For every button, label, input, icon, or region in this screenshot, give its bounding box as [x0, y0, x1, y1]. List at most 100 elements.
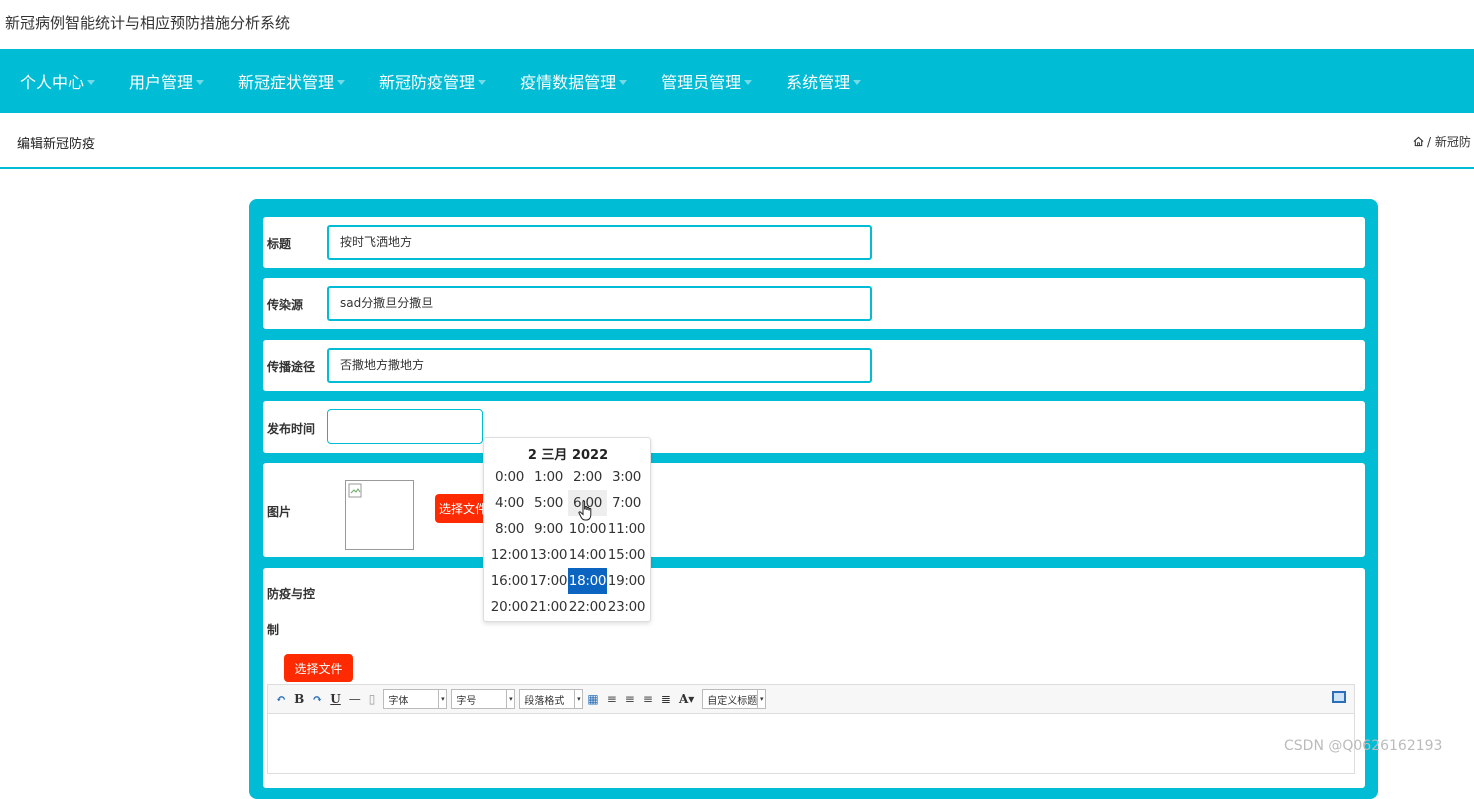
align-left-icon[interactable]: ≡ [607, 692, 617, 706]
hour-option[interactable]: 16:00 [490, 568, 529, 594]
source-input[interactable]: sad分撒旦分撒旦 [327, 286, 872, 321]
align-center-icon[interactable]: ≡ [643, 692, 653, 706]
hour-option[interactable]: 13:00 [529, 542, 568, 568]
hour-option[interactable]: 3:00 [607, 464, 646, 490]
font-family-select-value: 字体 [388, 695, 409, 707]
nav-label: 个人中心 [20, 73, 85, 92]
dropdown-arrow-icon: ▾ [506, 690, 514, 708]
blank-page-icon[interactable]: ▯ [369, 692, 376, 706]
hour-option[interactable]: 11:00 [607, 516, 646, 542]
hour-option[interactable]: 23:00 [607, 594, 646, 620]
form-row-route: 传播途径 否撒地方撒地方 [263, 340, 1365, 391]
hour-option[interactable]: 4:00 [490, 490, 529, 516]
caret-down-icon [337, 79, 346, 85]
hour-option[interactable]: 1:00 [529, 464, 568, 490]
title-label: 标题 [267, 237, 292, 251]
hour-option[interactable]: 12:00 [490, 542, 529, 568]
nav-label: 管理员管理 [661, 73, 742, 92]
nav-item-epidemic-data-management[interactable]: 疫情数据管理 [520, 69, 628, 93]
image-preview [345, 480, 414, 550]
hour-option[interactable]: 19:00 [607, 568, 646, 594]
breadcrumb-text: / 新冠防 [1427, 135, 1471, 149]
hour-option[interactable]: 21:00 [529, 594, 568, 620]
hour-option[interactable]: 0:00 [490, 464, 529, 490]
nav-label: 系统管理 [786, 73, 851, 92]
title-input[interactable]: 按时飞洒地方 [327, 225, 872, 260]
hour-option[interactable]: 9:00 [529, 516, 568, 542]
page-title: 编辑新冠防疫 [17, 137, 96, 152]
hour-option[interactable]: 8:00 [490, 516, 529, 542]
form-row-image: 图片 选择文件 [263, 463, 1365, 557]
hour-option[interactable]: 7:00 [607, 490, 646, 516]
form-row-publish-time: 发布时间 [263, 401, 1365, 453]
caret-down-icon [619, 79, 628, 85]
hour-grid: 0:00 1:00 2:00 3:00 4:00 5:00 6:00 7:00 8:00 9:00… [490, 464, 648, 620]
nav-label: 新冠症状管理 [238, 73, 335, 92]
nav-item-personal-center[interactable]: 个人中心 [20, 69, 96, 93]
watermark: CSDN @Q0626162193 [1284, 738, 1443, 754]
caret-down-icon [853, 79, 862, 85]
control-select-file-button[interactable]: 选择文件 [284, 654, 353, 682]
hour-option[interactable]: 18:00 [568, 568, 607, 594]
source-label: 传染源 [267, 298, 304, 312]
font-size-select[interactable]: 字号 ▾ [451, 689, 516, 709]
editor-toolbar: ↶ B ↷ U — ▯ 字体 ▾ 字号 ▾ 段落格式 ▾ ▦ ≡ ≡ ≡ ≣ A▾ 自… [267, 684, 1355, 714]
redo-icon[interactable]: ↷ [312, 692, 322, 706]
hour-option[interactable]: 14:00 [568, 542, 607, 568]
nav-label: 用户管理 [129, 73, 194, 92]
publish-time-label: 发布时间 [267, 422, 316, 436]
form-row-source: 传染源 sad分撒旦分撒旦 [263, 278, 1365, 329]
align-right-icon[interactable]: ≡ [625, 692, 635, 706]
nav-label: 新冠防疫管理 [379, 73, 476, 92]
dropdown-arrow-icon: ▾ [757, 690, 765, 708]
caret-down-icon [478, 79, 487, 85]
nav-label: 疫情数据管理 [520, 73, 617, 92]
page-header: 编辑新冠防疫 / 新冠防 [0, 113, 1474, 169]
hour-option[interactable]: 17:00 [529, 568, 568, 594]
form-row-prevention-control: 防疫与控 制 选择文件 ↶ B ↷ U — ▯ 字体 ▾ 字号 ▾ 段落格式 ▾ ▦ … [263, 568, 1365, 788]
datetime-picker-popup: 2 三月 2022 0:00 1:00 2:00 3:00 4:00 5:00 6:00 7:… [483, 437, 651, 622]
caret-down-icon [196, 79, 205, 85]
paragraph-format-select[interactable]: 段落格式 ▾ [519, 689, 584, 709]
hour-option[interactable]: 5:00 [529, 490, 568, 516]
font-size-select-value: 字号 [456, 695, 477, 707]
font-color-icon[interactable]: A▾ [679, 692, 694, 706]
app-title: 新冠病例智能统计与相应预防措施分析系统 [5, 14, 291, 32]
form-row-title: 标题 按时飞洒地方 [263, 217, 1365, 268]
align-justify-icon[interactable]: ≣ [661, 692, 671, 706]
breadcrumb: / 新冠防 [1413, 133, 1471, 150]
nav-item-user-management[interactable]: 用户管理 [129, 69, 205, 93]
nav-item-system-management[interactable]: 系统管理 [786, 69, 862, 93]
undo-icon[interactable]: ↶ [276, 692, 286, 706]
hour-option[interactable]: 22:00 [568, 594, 607, 620]
horizontal-rule-icon[interactable]: — [349, 692, 361, 706]
datetime-picker-header[interactable]: 2 三月 2022 [484, 444, 652, 463]
font-family-select[interactable]: 字体 ▾ [383, 689, 448, 709]
nav-item-prevention-management[interactable]: 新冠防疫管理 [379, 69, 487, 93]
top-navbar: 个人中心 用户管理 新冠症状管理 新冠防疫管理 疫情数据管理 管理员管理 系统管… [0, 49, 1474, 113]
dropdown-arrow-icon: ▾ [438, 690, 446, 708]
hour-option[interactable]: 20:00 [490, 594, 529, 620]
hand-cursor-icon [578, 500, 592, 521]
custom-heading-select[interactable]: 自定义标题 ▾ [702, 689, 767, 709]
nav-item-symptom-management[interactable]: 新冠症状管理 [238, 69, 346, 93]
paragraph-format-select-value: 段落格式 [524, 695, 565, 707]
hour-option[interactable]: 2:00 [568, 464, 607, 490]
table-icon[interactable]: ▦ [587, 692, 598, 706]
image-label: 图片 [267, 505, 292, 519]
dropdown-arrow-icon: ▾ [574, 690, 582, 708]
caret-down-icon [87, 79, 96, 85]
caret-down-icon [744, 79, 753, 85]
fullscreen-icon[interactable] [1332, 691, 1346, 703]
route-label: 传播途径 [267, 360, 316, 374]
editor-body[interactable] [267, 714, 1355, 774]
bold-icon[interactable]: B [294, 692, 304, 706]
control-label-line1: 防疫与控 [267, 587, 316, 601]
control-label-line2: 制 [267, 623, 280, 637]
underline-icon[interactable]: U [330, 692, 340, 706]
route-input[interactable]: 否撒地方撒地方 [327, 348, 872, 383]
hour-option[interactable]: 15:00 [607, 542, 646, 568]
nav-item-admin-management[interactable]: 管理员管理 [661, 69, 753, 93]
home-icon[interactable] [1413, 136, 1424, 147]
publish-time-input[interactable] [327, 409, 483, 444]
